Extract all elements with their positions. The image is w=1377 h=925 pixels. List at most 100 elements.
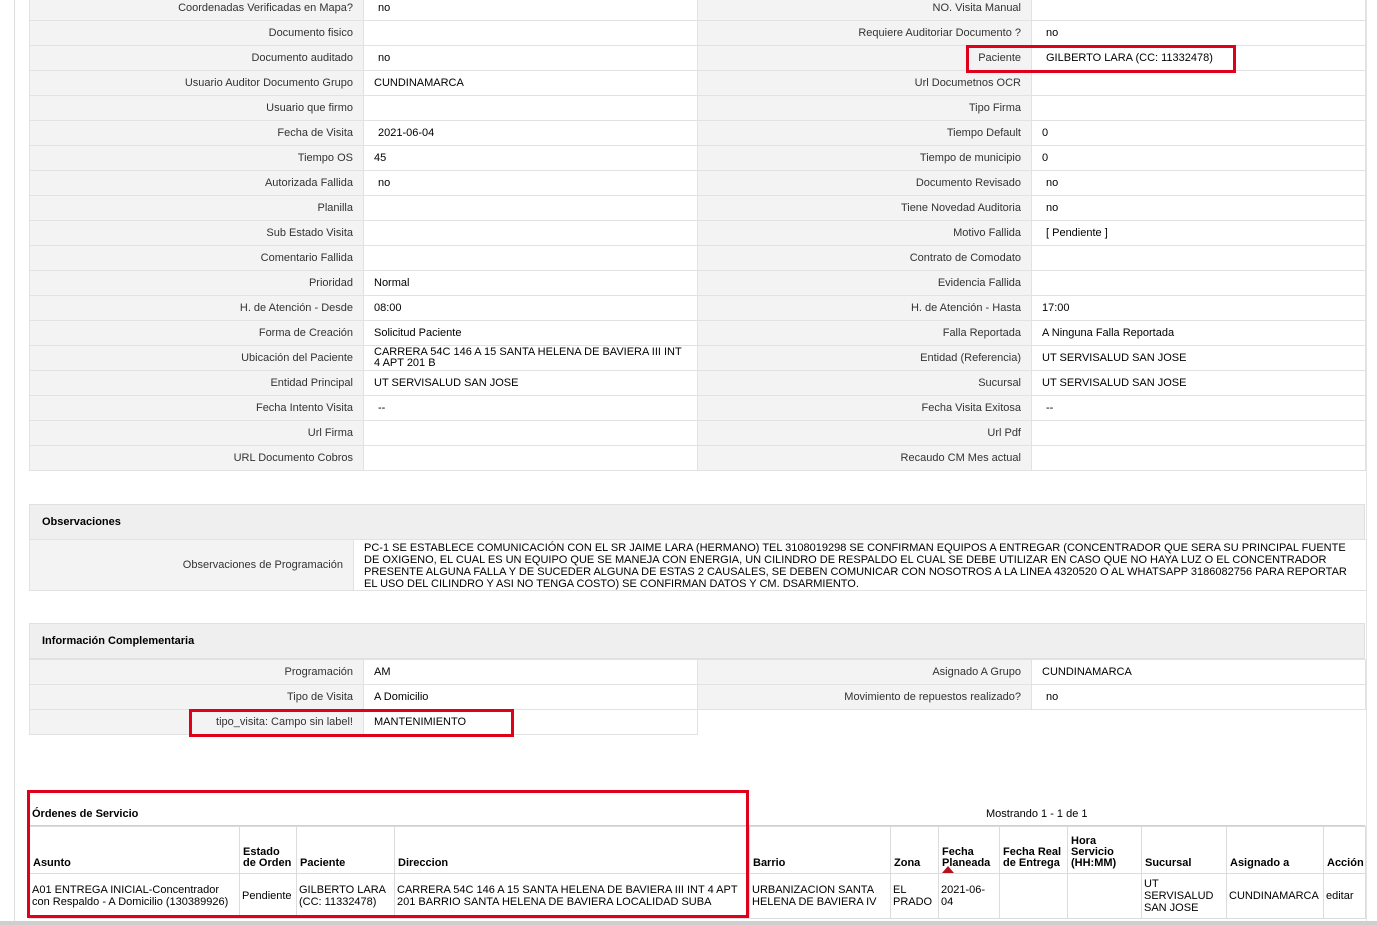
- edit-link[interactable]: editar: [1326, 890, 1354, 902]
- orders-table: Asunto Estado de Orden Paciente Direccio…: [29, 826, 1366, 919]
- field-value: AM: [363, 659, 698, 685]
- field-value: [363, 445, 698, 471]
- field-value: [363, 420, 698, 446]
- field-value: GILBERTO LARA (CC: 11332478): [1031, 45, 1366, 71]
- field-label: Fecha Intento Visita: [29, 395, 364, 421]
- column-header-accion: Acción: [1323, 826, 1366, 874]
- field-value: [363, 195, 698, 221]
- field-label: Autorizada Fallida: [29, 170, 364, 196]
- field-value: [1031, 420, 1366, 446]
- column-header-sucursal[interactable]: Sucursal: [1141, 826, 1227, 874]
- field-value: [1031, 70, 1366, 96]
- field-label: Tipo Firma: [697, 95, 1032, 121]
- field-value: [1031, 270, 1366, 296]
- cell-direccion: CARRERA 54C 146 A 15 SANTA HELENA DE BAV…: [394, 873, 750, 919]
- field-value: [363, 245, 698, 271]
- column-header-barrio[interactable]: Barrio: [749, 826, 891, 874]
- column-header-fecha-planeada[interactable]: Fecha Planeada: [938, 826, 1000, 874]
- field-value: no: [1031, 170, 1366, 196]
- field-value: [363, 220, 698, 246]
- field-value: Solicitud Paciente: [363, 320, 698, 346]
- field-value: [363, 95, 698, 121]
- field-value: 0: [1031, 145, 1366, 171]
- complementaria-row: Programación AM Asignado A Grupo CUNDINA…: [29, 659, 1366, 685]
- field-label: Documento Revisado: [697, 170, 1032, 196]
- detail-row: Url Firma Url Pdf: [29, 420, 1366, 446]
- page-right-border: [1366, 0, 1367, 925]
- column-header-fecha-real[interactable]: Fecha Real de Entrega: [999, 826, 1068, 874]
- field-value: [1031, 445, 1366, 471]
- observaciones-row: Observaciones de Programación PC-1 SE ES…: [29, 539, 1367, 591]
- cell-accion: editar: [1323, 873, 1366, 919]
- column-header-asignado[interactable]: Asignado a: [1226, 826, 1324, 874]
- field-label: Contrato de Comodato: [697, 245, 1032, 271]
- field-value: CUNDINAMARCA: [363, 70, 698, 96]
- cell-asignado: CUNDINAMARCA: [1226, 873, 1324, 919]
- field-label: Forma de Creación: [29, 320, 364, 346]
- field-label: Paciente: [697, 45, 1032, 71]
- column-header-hora[interactable]: Hora Servicio (HH:MM): [1067, 826, 1142, 874]
- detail-row: Fecha Intento Visita -- Fecha Visita Exito…: [29, 395, 1366, 421]
- column-header-zona[interactable]: Zona: [890, 826, 939, 874]
- complementaria-row: tipo_visita: Campo sin label! MANTENIMIE…: [29, 709, 1366, 735]
- field-value: no: [1031, 20, 1366, 46]
- field-label: Comentario Fallida: [29, 245, 364, 271]
- field-value: UT SERVISALUD SAN JOSE: [1031, 345, 1366, 371]
- cell-paciente: GILBERTO LARA (CC: 11332478): [296, 873, 395, 919]
- complementaria-row: Tipo de Visita A Domicilio Movimiento de…: [29, 684, 1366, 710]
- field-label: Sucursal: [697, 370, 1032, 396]
- detail-row: Autorizada Fallida no Documento Revisado no: [29, 170, 1366, 196]
- field-value: no: [363, 45, 698, 71]
- field-value: no: [363, 0, 698, 21]
- complementaria-table: Programación AM Asignado A Grupo CUNDINA…: [29, 659, 1366, 735]
- field-label: Programación: [29, 659, 364, 685]
- detail-row: Documento fisico Requiere Auditoriar Docu…: [29, 20, 1366, 46]
- detail-row: Entidad Principal UT SERVISALUD SAN JOSE S…: [29, 370, 1366, 396]
- page-left-border: [14, 0, 15, 925]
- column-header-paciente[interactable]: Paciente: [296, 826, 395, 874]
- empty-cell: [697, 709, 1032, 735]
- horizontal-scrollbar[interactable]: [0, 921, 1377, 925]
- field-label: H. de Atención - Hasta: [697, 295, 1032, 321]
- field-label: Documento auditado: [29, 45, 364, 71]
- field-label: URL Documento Cobros: [29, 445, 364, 471]
- column-header-estado[interactable]: Estado de Orden: [239, 826, 297, 874]
- orders-header-row: Asunto Estado de Orden Paciente Direccio…: [29, 826, 1366, 874]
- field-label: Tipo de Visita: [29, 684, 364, 710]
- field-label: Evidencia Fallida: [697, 270, 1032, 296]
- cell-estado: Pendiente: [239, 873, 297, 919]
- field-value: CUNDINAMARCA: [1031, 659, 1366, 685]
- cell-sucursal: UT SERVISALUD SAN JOSE: [1141, 873, 1227, 919]
- detail-row: Comentario Fallida Contrato de Comodato: [29, 245, 1366, 271]
- field-value: [1031, 0, 1366, 21]
- detail-row: H. de Atención - Desde 08:00 H. de Atenció…: [29, 295, 1366, 321]
- detail-row: Usuario que firmo Tipo Firma: [29, 95, 1366, 121]
- field-value: UT SERVISALUD SAN JOSE: [1031, 370, 1366, 396]
- field-label: Ubicación del Paciente: [29, 345, 364, 371]
- cell-hora: [1067, 873, 1142, 919]
- cell-asunto: A01 ENTREGA INICIAL-Concentrador con Res…: [29, 873, 240, 919]
- field-label: Fecha Visita Exitosa: [697, 395, 1032, 421]
- field-value: 08:00: [363, 295, 698, 321]
- field-value: 17:00: [1031, 295, 1366, 321]
- detail-row: Sub Estado Visita Motivo Fallida[ Pendien…: [29, 220, 1366, 246]
- column-header-asunto[interactable]: Asunto: [29, 826, 240, 874]
- field-label: Prioridad: [29, 270, 364, 296]
- column-header-direccion[interactable]: Direccion: [394, 826, 750, 874]
- field-value: A Domicilio: [363, 684, 698, 710]
- detail-row: Prioridad Normal Evidencia Fallida: [29, 270, 1366, 296]
- table-row: A01 ENTREGA INICIAL-Concentrador con Res…: [29, 873, 1366, 919]
- visit-details-table: Coordenadas Verificadas en Mapa? no NO. Vi…: [29, 0, 1366, 471]
- detail-row: Ubicación del Paciente CARRERA 54C 146 A …: [29, 345, 1366, 371]
- complementaria-header: Información Complementaria: [29, 623, 1365, 659]
- observaciones-header: Observaciones: [29, 504, 1365, 540]
- field-value: --: [363, 395, 698, 421]
- observaciones-label: Observaciones de Programación: [30, 540, 354, 590]
- detail-row: Coordenadas Verificadas en Mapa? no NO. Vi…: [29, 0, 1366, 21]
- field-value: 0: [1031, 120, 1366, 146]
- field-label: Url Firma: [29, 420, 364, 446]
- field-value: --: [1031, 395, 1366, 421]
- field-label: Tiempo OS: [29, 145, 364, 171]
- detail-row: Forma de Creación Solicitud Paciente Falla…: [29, 320, 1366, 346]
- field-label: Coordenadas Verificadas en Mapa?: [29, 0, 364, 21]
